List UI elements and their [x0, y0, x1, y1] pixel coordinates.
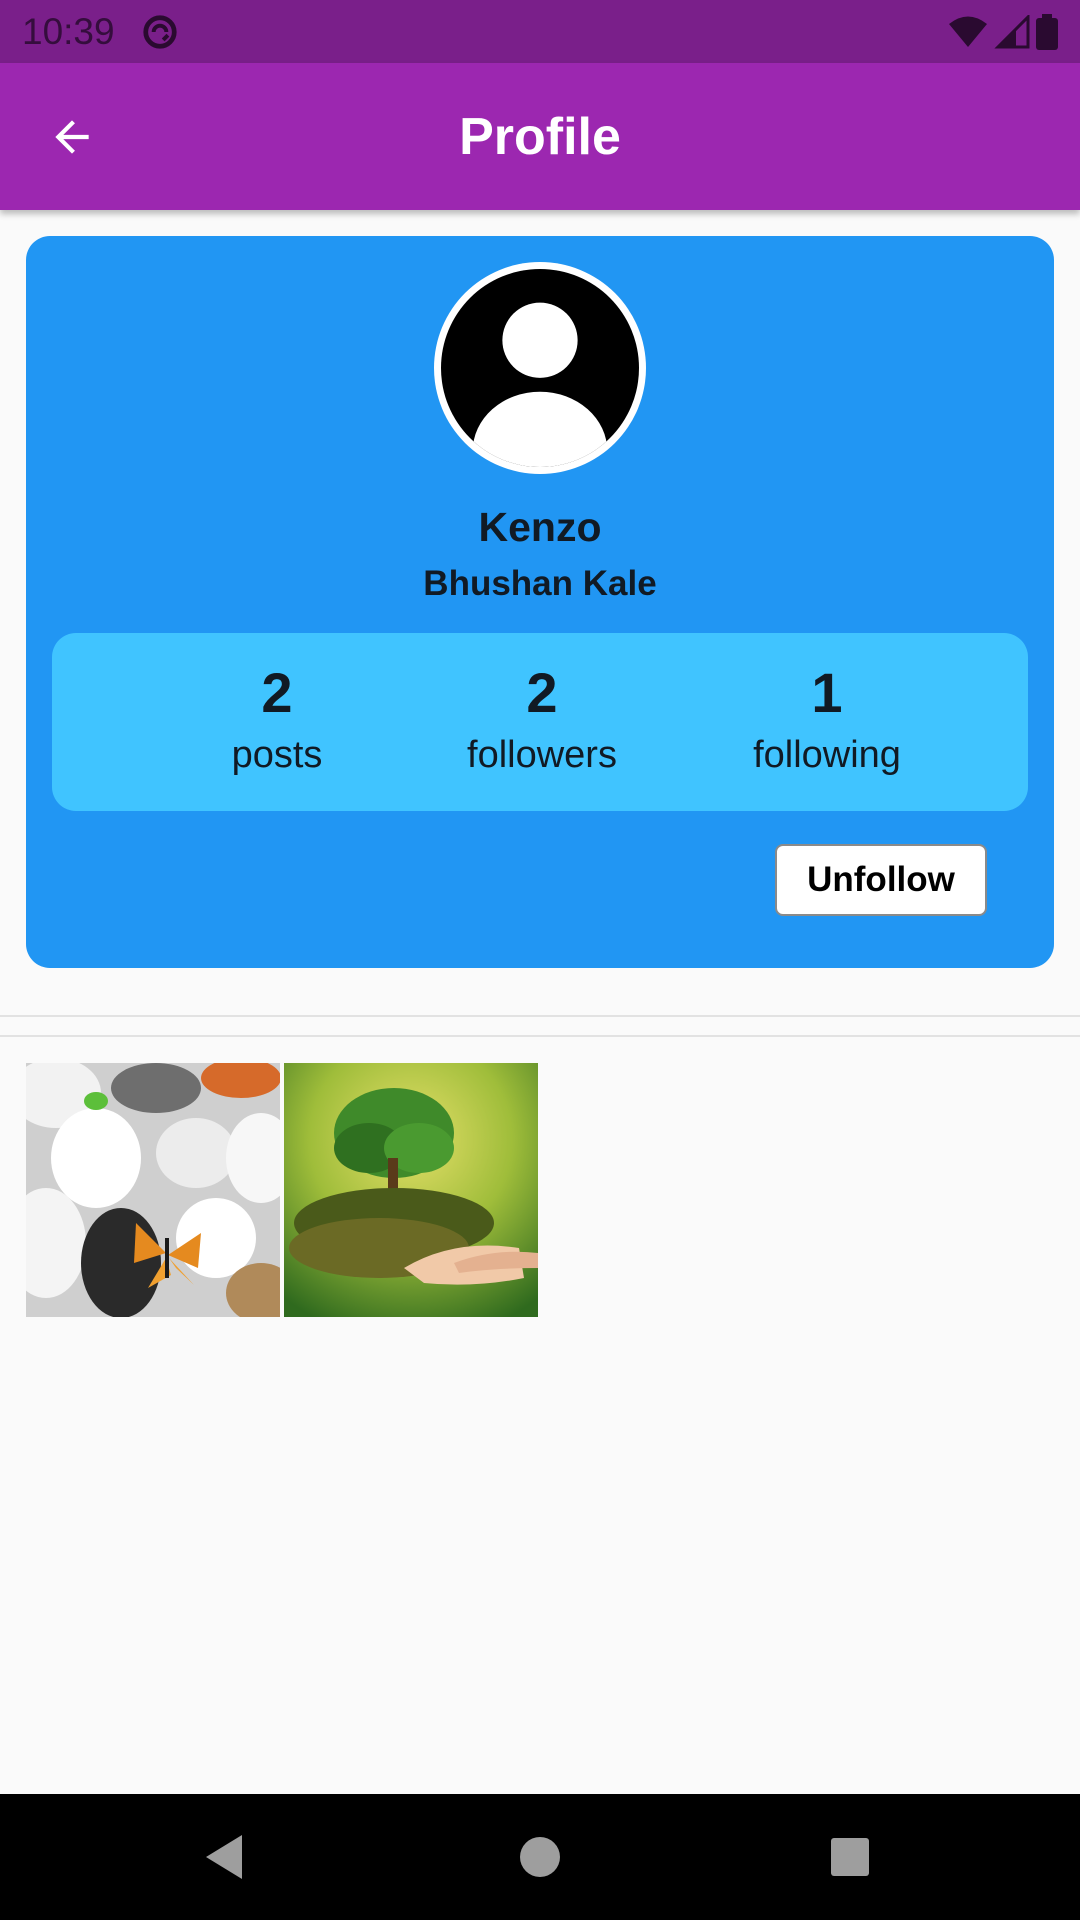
sync-icon [142, 14, 177, 49]
recents-square-icon[interactable] [820, 1827, 880, 1887]
status-icons [948, 13, 1058, 50]
stat-posts[interactable]: 2 posts [202, 661, 352, 779]
system-nav-bar [0, 1794, 1080, 1920]
stat-followers[interactable]: 2 followers [432, 661, 652, 779]
divider [0, 1015, 1080, 1017]
account-circle-icon [441, 269, 639, 467]
status-bar: 10:39 [0, 0, 1080, 63]
arrow-back-icon [55, 120, 89, 154]
divider [0, 1035, 1080, 1037]
full-name: Bhushan Kale [423, 564, 657, 603]
avatar [434, 262, 646, 474]
status-time: 10:39 [22, 10, 115, 52]
app-bar: Profile [0, 63, 1080, 210]
page-title: Profile [459, 107, 621, 166]
back-triangle-icon[interactable] [196, 1827, 256, 1887]
profile-card: Kenzo Bhushan Kale 2 posts 2 followers 1… [26, 236, 1054, 968]
home-circle-icon[interactable] [510, 1827, 570, 1887]
unfollow-button[interactable]: Unfollow [775, 844, 987, 916]
tree-in-hands-image [284, 1063, 538, 1317]
stat-value: 1 [811, 661, 843, 724]
signal-icon [994, 14, 1030, 48]
stat-label: followers [467, 734, 617, 776]
stats-panel: 2 posts 2 followers 1 following [52, 633, 1028, 811]
post-thumbnail-2[interactable] [284, 1063, 538, 1317]
stat-following[interactable]: 1 following [712, 661, 942, 779]
stat-value: 2 [261, 661, 293, 724]
post-thumbnail-1[interactable] [26, 1063, 280, 1317]
battery-icon [1036, 13, 1058, 50]
stat-value: 2 [526, 661, 558, 724]
username: Kenzo [478, 504, 602, 550]
stat-label: posts [231, 734, 323, 776]
stat-label: following [753, 734, 901, 776]
wifi-icon [949, 16, 987, 47]
back-button[interactable] [42, 107, 102, 167]
pebbles-butterfly-image [26, 1063, 280, 1317]
